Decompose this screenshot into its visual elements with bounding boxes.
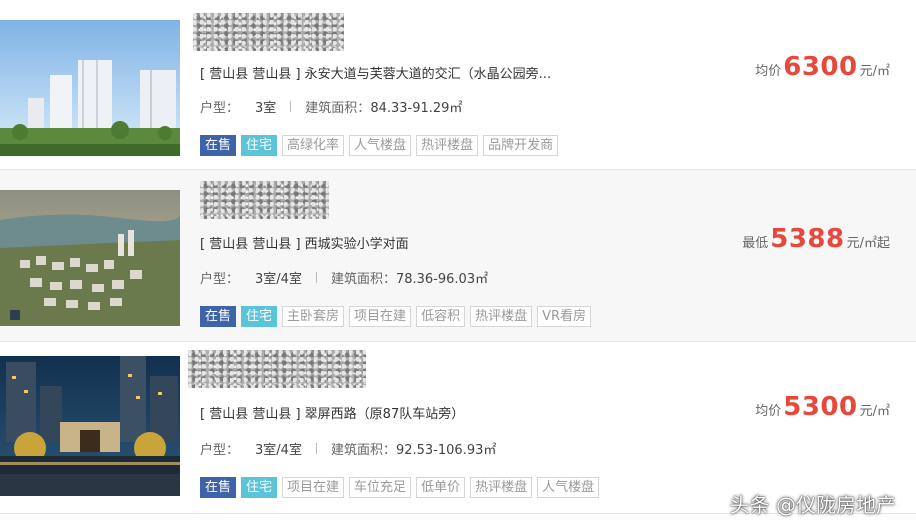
property-address: [ 营山县 营山县 ] 翠屏西路（原87队车站旁） — [200, 407, 465, 422]
layout-label: 户型： — [200, 101, 240, 116]
tag: 项目在建 — [282, 477, 345, 498]
tag: 品牌开发商 — [483, 135, 559, 156]
tag-on-sale: 在售 — [200, 306, 237, 327]
tag: 车位充足 — [349, 477, 412, 498]
tag: 低容积 — [416, 306, 466, 327]
property-address: [ 营山县 营山县 ] 永安大道与芙蓉大道的交汇（水晶公园旁... — [200, 67, 552, 82]
property-name-redacted[interactable] — [193, 13, 344, 51]
property-thumbnail[interactable] — [0, 20, 180, 156]
tag: 高绿化率 — [282, 135, 345, 156]
tag: 项目在建 — [349, 306, 412, 327]
layout-value: 3室 — [255, 101, 277, 116]
property-meta: 户型： 3室 建筑面积： 84.33-91.29㎡ — [200, 97, 462, 116]
property-name-redacted[interactable] — [200, 181, 329, 219]
tag-residential: 住宅 — [241, 135, 278, 156]
divider — [290, 101, 292, 112]
price: 最低 5388 元/㎡起 — [742, 224, 890, 254]
tag-list: 在售 住宅 项目在建 车位充足 低单价 热评楼盘 人气楼盘 — [200, 477, 600, 498]
price-value: 5300 — [783, 392, 858, 422]
property-thumbnail[interactable] — [0, 190, 180, 326]
layout-label: 户型： — [200, 443, 240, 458]
tag-residential: 住宅 — [241, 306, 278, 327]
tag-on-sale: 在售 — [200, 135, 237, 156]
price-value: 6300 — [783, 52, 858, 82]
property-thumbnail[interactable] — [0, 356, 180, 496]
property-address: [ 营山县 营山县 ] 西城实验小学对面 — [200, 237, 409, 252]
area-label: 建筑面积： — [330, 272, 396, 287]
price-unit: 元/㎡起 — [846, 236, 890, 251]
area-label: 建筑面积： — [330, 443, 396, 458]
layout-value: 3室/4室 — [255, 272, 302, 287]
divider — [315, 272, 317, 283]
area-label: 建筑面积： — [305, 101, 371, 116]
area-value: 92.53-106.93㎡ — [395, 443, 497, 458]
area-value: 78.36-96.03㎡ — [395, 272, 489, 287]
price-unit: 元/㎡ — [859, 64, 890, 79]
price: 均价 6300 元/㎡ — [755, 52, 890, 82]
price-value: 5388 — [770, 224, 845, 254]
tag: 热评楼盘 — [470, 306, 533, 327]
tag: 热评楼盘 — [470, 477, 533, 498]
area-value: 84.33-91.29㎡ — [370, 101, 463, 116]
price-unit: 元/㎡ — [859, 404, 890, 419]
property-name-redacted[interactable] — [188, 350, 366, 388]
tag: 人气楼盘 — [349, 135, 412, 156]
layout-value: 3室/4室 — [255, 443, 302, 458]
divider — [315, 443, 317, 454]
price: 均价 5300 元/㎡ — [755, 392, 890, 422]
tag-list: 在售 住宅 主卧套房 项目在建 低容积 热评楼盘 VR看房 — [200, 306, 592, 327]
tag-residential: 住宅 — [241, 477, 278, 498]
price-prefix: 均价 — [755, 404, 782, 419]
tag: 人气楼盘 — [537, 477, 600, 498]
property-meta: 户型： 3室/4室 建筑面积： 78.36-96.03㎡ — [200, 268, 488, 287]
tag-list: 在售 住宅 高绿化率 人气楼盘 热评楼盘 品牌开发商 — [200, 135, 559, 156]
price-prefix: 最低 — [742, 236, 769, 251]
listing-card[interactable]: [ 营山县 营山县 ] 西城实验小学对面 户型： 3室/4室 建筑面积： 78.… — [0, 170, 916, 342]
listing-card[interactable]: [ 营山县 营山县 ] 永安大道与芙蓉大道的交汇（水晶公园旁... 户型： 3室… — [0, 0, 916, 170]
source-watermark: 头条 @仪陇房地产 — [729, 493, 896, 517]
price-prefix: 均价 — [755, 64, 782, 79]
layout-label: 户型： — [200, 272, 240, 287]
tag-vr[interactable]: VR看房 — [537, 306, 592, 327]
tag: 低单价 — [416, 477, 466, 498]
tag: 热评楼盘 — [416, 135, 479, 156]
tag-on-sale: 在售 — [200, 477, 237, 498]
tag: 主卧套房 — [282, 306, 345, 327]
property-meta: 户型： 3室/4室 建筑面积： 92.53-106.93㎡ — [200, 439, 496, 458]
